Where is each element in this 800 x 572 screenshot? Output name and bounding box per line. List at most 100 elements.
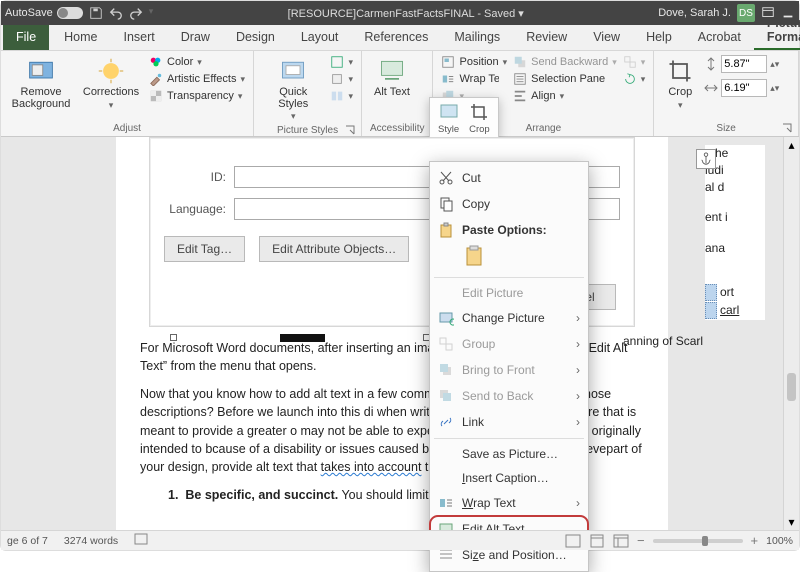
picture-layout-button[interactable]: ▾: [330, 89, 353, 103]
spell-check-icon[interactable]: [134, 533, 148, 548]
corrections-icon: [97, 57, 125, 85]
wrap-text-button[interactable]: Wrap Text: [441, 72, 507, 86]
resize-handle-left[interactable]: [170, 334, 177, 341]
color-label: Color: [167, 56, 193, 68]
grammar-underline: takes into account: [321, 460, 422, 474]
mini-crop-label: Crop: [469, 124, 490, 135]
autosave-toggle[interactable]: AutoSave: [5, 7, 83, 19]
tab-home[interactable]: Home: [51, 25, 110, 50]
tab-help[interactable]: Help: [633, 25, 685, 50]
menu-cut[interactable]: Cut: [430, 165, 588, 191]
toggle-switch[interactable]: [57, 7, 83, 19]
remove-background-label: Remove Background: [12, 87, 71, 110]
picture-border-button[interactable]: ▾: [330, 55, 353, 69]
menu-wrap-text[interactable]: Wrap Text: [430, 490, 588, 516]
tab-view[interactable]: View: [580, 25, 633, 50]
width-field[interactable]: ▴▾: [704, 79, 779, 97]
undo-icon[interactable]: [109, 6, 123, 20]
edit-tag-button[interactable]: Edit Tag…: [164, 236, 245, 262]
menu-link[interactable]: Link: [430, 409, 588, 435]
zoom-out-icon[interactable]: −: [637, 533, 645, 548]
user-avatar: DS: [737, 4, 755, 22]
quick-styles-button[interactable]: Quick Styles ▾: [262, 55, 324, 124]
mini-style-label: Style: [438, 124, 459, 135]
tab-picture-format[interactable]: Picture Format: [754, 11, 800, 50]
scroll-down-icon[interactable]: ▾: [784, 514, 799, 530]
anchor-icon[interactable]: [696, 149, 716, 169]
remove-background-button[interactable]: Remove Background: [9, 55, 73, 112]
tab-draw[interactable]: Draw: [168, 25, 223, 50]
rotate-icon: [623, 72, 637, 86]
zoom-slider[interactable]: [653, 539, 743, 543]
tab-mailings[interactable]: Mailings: [441, 25, 513, 50]
send-backward-button: Send Backward ▾: [513, 55, 617, 69]
menu-paste-options-header: Paste Options:: [430, 217, 588, 243]
mini-style-button[interactable]: Style: [438, 102, 459, 135]
picture-selection-handles[interactable]: [174, 331, 426, 345]
tab-acrobat[interactable]: Acrobat: [685, 25, 754, 50]
align-label: Align: [531, 90, 555, 102]
zoom-percent[interactable]: 100%: [766, 535, 793, 547]
scroll-thumb[interactable]: [787, 373, 796, 401]
tab-file[interactable]: File: [3, 25, 49, 50]
cut-icon: [438, 170, 454, 186]
group-adjust: Remove Background Corrections▾ Color ▾ A…: [1, 51, 254, 136]
alt-text-button[interactable]: Alt Text: [370, 55, 414, 101]
tab-design[interactable]: Design: [223, 25, 288, 50]
align-button[interactable]: Align ▾: [513, 89, 617, 103]
transparency-button[interactable]: Transparency ▾: [149, 89, 245, 103]
web-layout-icon[interactable]: [613, 534, 629, 548]
group-label-size: Size: [662, 122, 790, 134]
artistic-effects-button[interactable]: Artistic Effects ▾: [149, 72, 245, 86]
print-layout-icon[interactable]: [589, 534, 605, 548]
color-button[interactable]: Color ▾: [149, 55, 245, 69]
dialog-launcher-icon[interactable]: [345, 125, 355, 135]
picture-layout-icon: [330, 89, 344, 103]
menu-insert-caption[interactable]: IInsert Caption…nsert Caption…: [430, 466, 588, 490]
user-account[interactable]: Dove, Sarah J. DS: [658, 4, 755, 22]
rotate-button[interactable]: ▾: [623, 72, 646, 86]
selection-pane-button[interactable]: Selection Pane: [513, 72, 617, 86]
menu-save-as-picture[interactable]: Save as Picture…: [430, 442, 588, 466]
save-icon[interactable]: [89, 6, 103, 20]
page-indicator[interactable]: ge 6 of 7: [7, 535, 48, 547]
scroll-up-icon[interactable]: ▴: [784, 137, 799, 153]
ribbon-tabs: File Home Insert Draw Design Layout Refe…: [1, 25, 799, 51]
menu-change-picture[interactable]: Change Picture: [430, 305, 588, 331]
crop-button[interactable]: Crop ▾: [662, 55, 698, 112]
tab-layout[interactable]: Layout: [288, 25, 352, 50]
group-objects-button: ▾: [623, 55, 646, 69]
right-cutoff-text: othe ludi al d ent i ana ort carl anning…: [705, 145, 765, 320]
mini-toolbar[interactable]: Style Crop: [429, 97, 499, 138]
wrap-text-menu-icon: [438, 495, 454, 511]
tab-references[interactable]: References: [351, 25, 441, 50]
tab-insert[interactable]: Insert: [111, 25, 168, 50]
focus-view-icon[interactable]: [565, 534, 581, 548]
crop-label: Crop: [668, 87, 692, 99]
send-backward-label: Send Backward: [531, 56, 608, 68]
mini-crop-button[interactable]: Crop: [469, 102, 490, 135]
dialog-launcher-icon[interactable]: [782, 123, 792, 133]
width-input[interactable]: [721, 79, 767, 97]
corrections-button[interactable]: Corrections▾: [79, 55, 143, 112]
tab-review[interactable]: Review: [513, 25, 580, 50]
user-name: Dove, Sarah J.: [658, 7, 731, 19]
menu-copy[interactable]: Copy: [430, 191, 588, 217]
qat-dropdown-icon[interactable]: ▾: [149, 6, 154, 20]
vertical-scrollbar[interactable]: ▴ ▾: [783, 137, 799, 530]
edit-attribute-objects-button[interactable]: Edit Attribute Objects…: [259, 236, 409, 262]
word-count[interactable]: 3274 words: [64, 535, 118, 547]
height-field[interactable]: ▴▾: [704, 55, 779, 73]
selection-highlight: [705, 284, 717, 301]
document-title[interactable]: [RESOURCE]CarmenFastFactsFINAL - Saved ▾: [159, 7, 652, 20]
zoom-in-icon[interactable]: +: [751, 533, 759, 548]
position-button[interactable]: Position ▾: [441, 55, 507, 69]
context-menu[interactable]: Cut Copy Paste Options: Edit Picture Cha…: [429, 161, 589, 572]
group-menu-icon: [438, 336, 454, 352]
paste-keep-source-icon[interactable]: [464, 245, 486, 267]
picture-effects-button[interactable]: ▾: [330, 72, 353, 86]
title-bar: AutoSave ▾ [RESOURCE]CarmenFastFactsFINA…: [1, 1, 799, 25]
height-input[interactable]: [721, 55, 767, 73]
redo-icon[interactable]: [129, 6, 143, 20]
height-icon: [704, 57, 718, 71]
